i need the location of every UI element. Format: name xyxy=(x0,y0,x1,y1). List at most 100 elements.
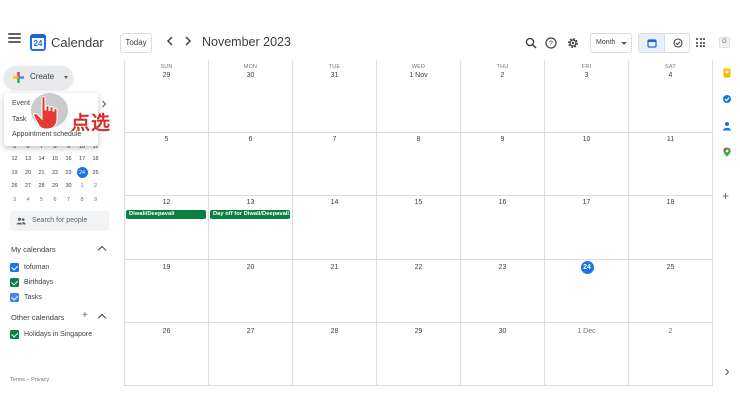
mini-day[interactable]: 18 xyxy=(89,153,102,165)
mini-day[interactable]: 17 xyxy=(76,153,89,165)
day-number[interactable]: 2 xyxy=(461,72,544,79)
day-cell[interactable]: 20 xyxy=(209,260,293,323)
day-number[interactable]: 20 xyxy=(209,264,292,271)
day-number[interactable]: 4 xyxy=(629,72,712,79)
help-icon[interactable]: ? xyxy=(545,37,557,49)
day-number[interactable]: 30 xyxy=(209,72,292,79)
day-cell[interactable]: 5 xyxy=(125,133,209,196)
checkbox[interactable] xyxy=(10,293,19,302)
search-people-input[interactable]: Search for people xyxy=(10,211,109,231)
day-number[interactable]: 17 xyxy=(545,199,628,206)
previous-month-button[interactable] xyxy=(166,36,174,49)
mini-day[interactable]: 12 xyxy=(8,153,21,165)
terms-privacy-links[interactable]: Terms – Privacy xyxy=(10,377,49,383)
mini-day[interactable]: 6 xyxy=(49,194,62,206)
mini-day[interactable]: 7 xyxy=(62,194,75,206)
day-number[interactable]: 9 xyxy=(461,136,544,143)
other-calendars-title[interactable]: Other calendars xyxy=(11,313,64,322)
tasks-view-button[interactable] xyxy=(663,34,689,52)
day-number[interactable]: 1 Nov xyxy=(377,72,460,79)
settings-gear-icon[interactable] xyxy=(567,37,579,49)
event-chip-diwali[interactable]: Diwali/Deepavali xyxy=(126,210,206,219)
day-cell[interactable]: 27 xyxy=(209,323,293,386)
today-date-badge[interactable]: 24 xyxy=(580,261,594,274)
day-cell[interactable]: 26 xyxy=(125,323,209,386)
mini-day[interactable]: 21 xyxy=(35,167,48,179)
mini-calendar-next-icon[interactable] xyxy=(101,100,107,108)
checkbox[interactable] xyxy=(10,330,19,339)
mini-day[interactable]: 22 xyxy=(49,167,62,179)
day-number[interactable]: 14 xyxy=(293,199,376,206)
day-cell[interactable]: THU 2 xyxy=(461,60,545,133)
mini-day[interactable]: 26 xyxy=(8,180,21,192)
add-calendar-plus-icon[interactable]: + xyxy=(82,311,88,321)
mini-day[interactable]: 27 xyxy=(22,180,35,192)
day-number[interactable]: 8 xyxy=(377,136,460,143)
day-number[interactable]: 29 xyxy=(377,328,460,335)
add-addon-plus-icon[interactable]: + xyxy=(722,190,729,202)
mini-day[interactable]: 14 xyxy=(35,153,48,165)
day-cell[interactable]: WED 1 Nov xyxy=(377,60,461,133)
day-number[interactable]: 12 xyxy=(125,199,208,206)
day-cell[interactable]: FRI 3 xyxy=(545,60,629,133)
day-number[interactable]: 7 xyxy=(293,136,376,143)
day-cell[interactable]: 21 xyxy=(293,260,377,323)
day-number[interactable]: 26 xyxy=(125,328,208,335)
day-number[interactable]: 2 xyxy=(629,328,712,335)
day-number[interactable]: 25 xyxy=(629,264,712,271)
day-cell[interactable]: 9 xyxy=(461,133,545,196)
day-cell[interactable]: SUN 29 xyxy=(125,60,209,133)
account-avatar[interactable]: G xyxy=(719,37,730,48)
day-number[interactable]: 3 xyxy=(545,72,628,79)
day-number[interactable]: 1 Dec xyxy=(545,328,628,335)
mini-day[interactable]: 2 xyxy=(89,180,102,192)
mini-day[interactable]: 29 xyxy=(49,180,62,192)
day-number[interactable]: 15 xyxy=(377,199,460,206)
calendar-logo-icon[interactable]: 24 xyxy=(30,34,46,51)
mini-day[interactable]: 3 xyxy=(8,194,21,206)
day-cell[interactable]: 23 xyxy=(461,260,545,323)
day-cell[interactable]: 13 Day off for Diwali/Deepavali xyxy=(209,196,293,260)
day-number[interactable]: 21 xyxy=(293,264,376,271)
day-cell[interactable]: 18 xyxy=(629,196,713,260)
day-cell[interactable]: TUE 31 xyxy=(293,60,377,133)
create-button[interactable]: Create xyxy=(4,66,73,89)
day-cell-today[interactable]: 24 xyxy=(545,260,629,323)
day-cell[interactable]: 14 xyxy=(293,196,377,260)
day-number[interactable]: 10 xyxy=(545,136,628,143)
day-number[interactable]: 27 xyxy=(209,328,292,335)
day-cell[interactable]: 6 xyxy=(209,133,293,196)
chevron-up-icon[interactable] xyxy=(97,245,107,255)
contacts-icon[interactable] xyxy=(722,121,732,131)
next-month-button[interactable] xyxy=(184,36,192,49)
day-number[interactable]: 16 xyxy=(461,199,544,206)
day-number[interactable]: 22 xyxy=(377,264,460,271)
mini-day-selected[interactable]: 24 xyxy=(76,167,89,179)
my-calendars-title[interactable]: My calendars xyxy=(11,245,56,254)
mini-day[interactable]: 5 xyxy=(35,194,48,206)
day-number[interactable]: 11 xyxy=(629,136,712,143)
today-button[interactable]: Today xyxy=(120,33,152,53)
menu-item-event[interactable]: Event xyxy=(12,100,30,107)
day-cell[interactable]: 16 xyxy=(461,196,545,260)
day-number[interactable]: 19 xyxy=(125,264,208,271)
day-cell[interactable]: MON 30 xyxy=(209,60,293,133)
day-cell[interactable]: 1 Dec xyxy=(545,323,629,386)
day-cell[interactable]: SAT 4 xyxy=(629,60,713,133)
main-menu-icon[interactable] xyxy=(8,33,21,43)
chevron-up-icon[interactable] xyxy=(97,313,107,323)
mini-day[interactable]: 1 xyxy=(76,180,89,192)
tasks-icon[interactable] xyxy=(722,94,732,104)
day-cell[interactable]: 22 xyxy=(377,260,461,323)
day-number[interactable]: 6 xyxy=(209,136,292,143)
search-icon[interactable] xyxy=(525,37,537,49)
app-title[interactable]: Calendar xyxy=(51,35,104,50)
day-number[interactable]: 13 xyxy=(209,199,292,206)
day-cell[interactable]: 2 xyxy=(629,323,713,386)
day-cell[interactable]: 25 xyxy=(629,260,713,323)
day-number[interactable]: 31 xyxy=(293,72,376,79)
view-select[interactable]: Month xyxy=(590,33,632,53)
chevron-right-icon[interactable] xyxy=(724,368,730,376)
day-cell[interactable]: 28 xyxy=(293,323,377,386)
day-cell[interactable]: 30 xyxy=(461,323,545,386)
